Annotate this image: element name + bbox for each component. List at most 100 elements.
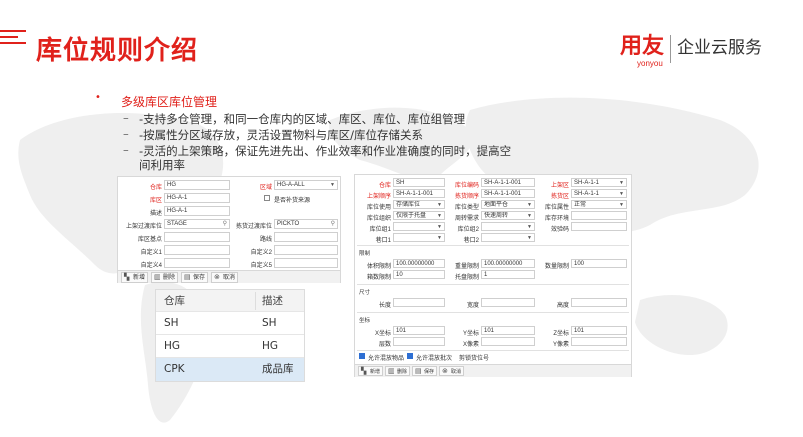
delete-button[interactable]: ▥ 删除 (385, 366, 411, 376)
loc-type-label: 库位类型 (454, 205, 479, 211)
warehouse-label: 仓库 (378, 183, 391, 189)
chevron-down-icon: ▼ (527, 235, 532, 241)
loc-attr-label: 库位属性 (544, 205, 569, 211)
check-code-label: 效验码 (550, 227, 569, 233)
putaway-zone-select[interactable]: SH-A-1-1 ▼ (571, 178, 627, 187)
bullet-dot-icon: • (95, 92, 101, 103)
lane1-select[interactable]: ▼ (393, 233, 445, 242)
length-field[interactable] (393, 298, 445, 307)
table-row[interactable]: HG HG (156, 335, 304, 358)
column-header: 仓库 (164, 295, 185, 307)
custom1-label: 自定义1 (140, 250, 162, 256)
volume-limit-field[interactable]: 100.00000000 (393, 259, 445, 268)
y-coord-field[interactable]: 101 (481, 326, 535, 335)
cancel-button[interactable]: ⊗ 取消 (439, 366, 465, 376)
box-limit-label: 箱数限制 (366, 275, 391, 281)
custom1-field[interactable] (164, 245, 230, 255)
cancel-icon: ⊗ (442, 368, 448, 375)
save-button[interactable]: ▤ 保存 (412, 366, 438, 376)
loc-group2-select[interactable]: ▼ (481, 222, 535, 231)
mix-lot-label: 允许混放批次 (416, 356, 453, 362)
table-cell: 成品库 (262, 363, 294, 375)
new-icon: ▚ (124, 274, 130, 281)
putaway-seq-label: 上架顺序 (366, 194, 391, 200)
custom5-field[interactable] (274, 258, 338, 268)
lane2-select[interactable]: ▼ (481, 233, 535, 242)
loc-org-select[interactable]: 仅限于托盘 ▼ (393, 211, 445, 220)
warehouse-field[interactable]: SH (393, 178, 445, 187)
cancel-button[interactable]: ⊗ 取消 (211, 272, 239, 283)
length-label: 长度 (378, 303, 391, 309)
new-button[interactable]: ▚ 新增 (358, 366, 384, 376)
save-button[interactable]: ▤ 保存 (181, 272, 209, 283)
search-icon[interactable]: ⚲ (223, 220, 227, 228)
loc-attr-select[interactable]: 正常 ▼ (571, 200, 627, 209)
z-coord-label: Z坐标 (553, 331, 569, 337)
loc-code-field[interactable]: SH-A-1-1-001 (481, 178, 535, 187)
pallet-limit-field[interactable]: 1 (481, 270, 535, 279)
path-label: 路线 (259, 237, 272, 243)
chevron-down-icon: ▼ (619, 202, 624, 208)
warehouse-dropdown-table: 仓库 描述 SH SH HG HG CPK 成品库 (155, 289, 305, 382)
loc-use-select[interactable]: 存储库位 ▼ (393, 200, 445, 209)
picking-loc-field[interactable]: PICKTO ⚲ (274, 219, 338, 229)
x-pixel-field[interactable] (481, 337, 535, 346)
zone-base-field[interactable] (164, 232, 230, 242)
loc-type-select[interactable]: 地面平仓 ▼ (481, 200, 535, 209)
replenish-checkbox[interactable] (264, 195, 270, 201)
layer-field[interactable] (393, 337, 445, 346)
new-button[interactable]: ▚ 新增 (121, 272, 149, 283)
x-coord-label: X坐标 (374, 331, 391, 337)
region-select[interactable]: HG-A-ALL ▼ (274, 180, 338, 190)
x-coord-field[interactable]: 101 (393, 326, 445, 335)
y-pixel-field[interactable] (571, 337, 627, 346)
table-row-selected[interactable]: CPK 成品库 (156, 358, 304, 381)
cancel-icon: ⊗ (214, 274, 220, 281)
box-limit-field[interactable]: 10 (393, 270, 445, 279)
y-pixel-label: Y像素 (552, 342, 569, 348)
putaway-loc-field[interactable]: STAGE ⚲ (164, 219, 230, 229)
custom4-field[interactable] (164, 258, 230, 268)
loc-group2-label: 库位组2 (457, 227, 479, 233)
section-divider (357, 350, 629, 351)
desc-field[interactable]: HG-A-1 (164, 206, 230, 216)
chevron-down-icon: ▼ (437, 235, 442, 241)
lane2-label: 巷口2 (463, 238, 479, 244)
mix-sku-checkbox[interactable] (359, 353, 365, 359)
search-icon[interactable]: ⚲ (331, 220, 335, 228)
z-coord-field[interactable]: 101 (571, 326, 627, 335)
pick-seq-field[interactable]: SH-A-1-1-001 (481, 189, 535, 198)
putaway-seq-field[interactable]: SH-A-1-1-001 (393, 189, 445, 198)
left-toolbar: ▚ 新增 ▥ 删除 ▤ 保存 ⊗ 取消 (118, 270, 340, 283)
chevron-down-icon: ▼ (437, 213, 442, 219)
logo-brand: 用友 (620, 34, 665, 59)
weight-limit-field[interactable]: 100.00000000 (481, 259, 535, 268)
mix-lot-checkbox[interactable] (407, 353, 413, 359)
path-field[interactable] (274, 232, 338, 242)
pick-seq-label: 拣货顺序 (454, 194, 479, 200)
save-icon: ▤ (184, 274, 191, 281)
loc-group1-select[interactable]: ▼ (393, 222, 445, 231)
height-field[interactable] (571, 298, 627, 307)
env-label: 库存环境 (544, 216, 569, 222)
loc-group1-label: 库位组1 (369, 227, 391, 233)
warehouse-field[interactable]: HG (164, 180, 230, 190)
loc-org-label: 库位组织 (366, 216, 391, 222)
logo-brand-sub: yonyou (637, 59, 663, 68)
zone-field[interactable]: HG-A-1 (164, 193, 230, 203)
qty-limit-field[interactable]: 100 (571, 259, 627, 268)
save-icon: ▤ (415, 368, 422, 375)
pick-zone-select[interactable]: SH-A-1-1 ▼ (571, 189, 627, 198)
check-code-field[interactable] (571, 222, 627, 231)
turnover-select[interactable]: 快速周转 ▼ (481, 211, 535, 220)
width-field[interactable] (481, 298, 535, 307)
desc-label: 描述 (149, 211, 162, 217)
table-row[interactable]: SH SH (156, 312, 304, 335)
custom2-field[interactable] (274, 245, 338, 255)
env-field[interactable] (571, 211, 627, 220)
column-header: 描述 (262, 295, 283, 307)
y-coord-label: Y坐标 (462, 331, 479, 337)
volume-limit-label: 体积限制 (366, 264, 391, 270)
delete-button[interactable]: ▥ 删除 (151, 272, 179, 283)
chevron-down-icon: ▼ (527, 213, 532, 219)
